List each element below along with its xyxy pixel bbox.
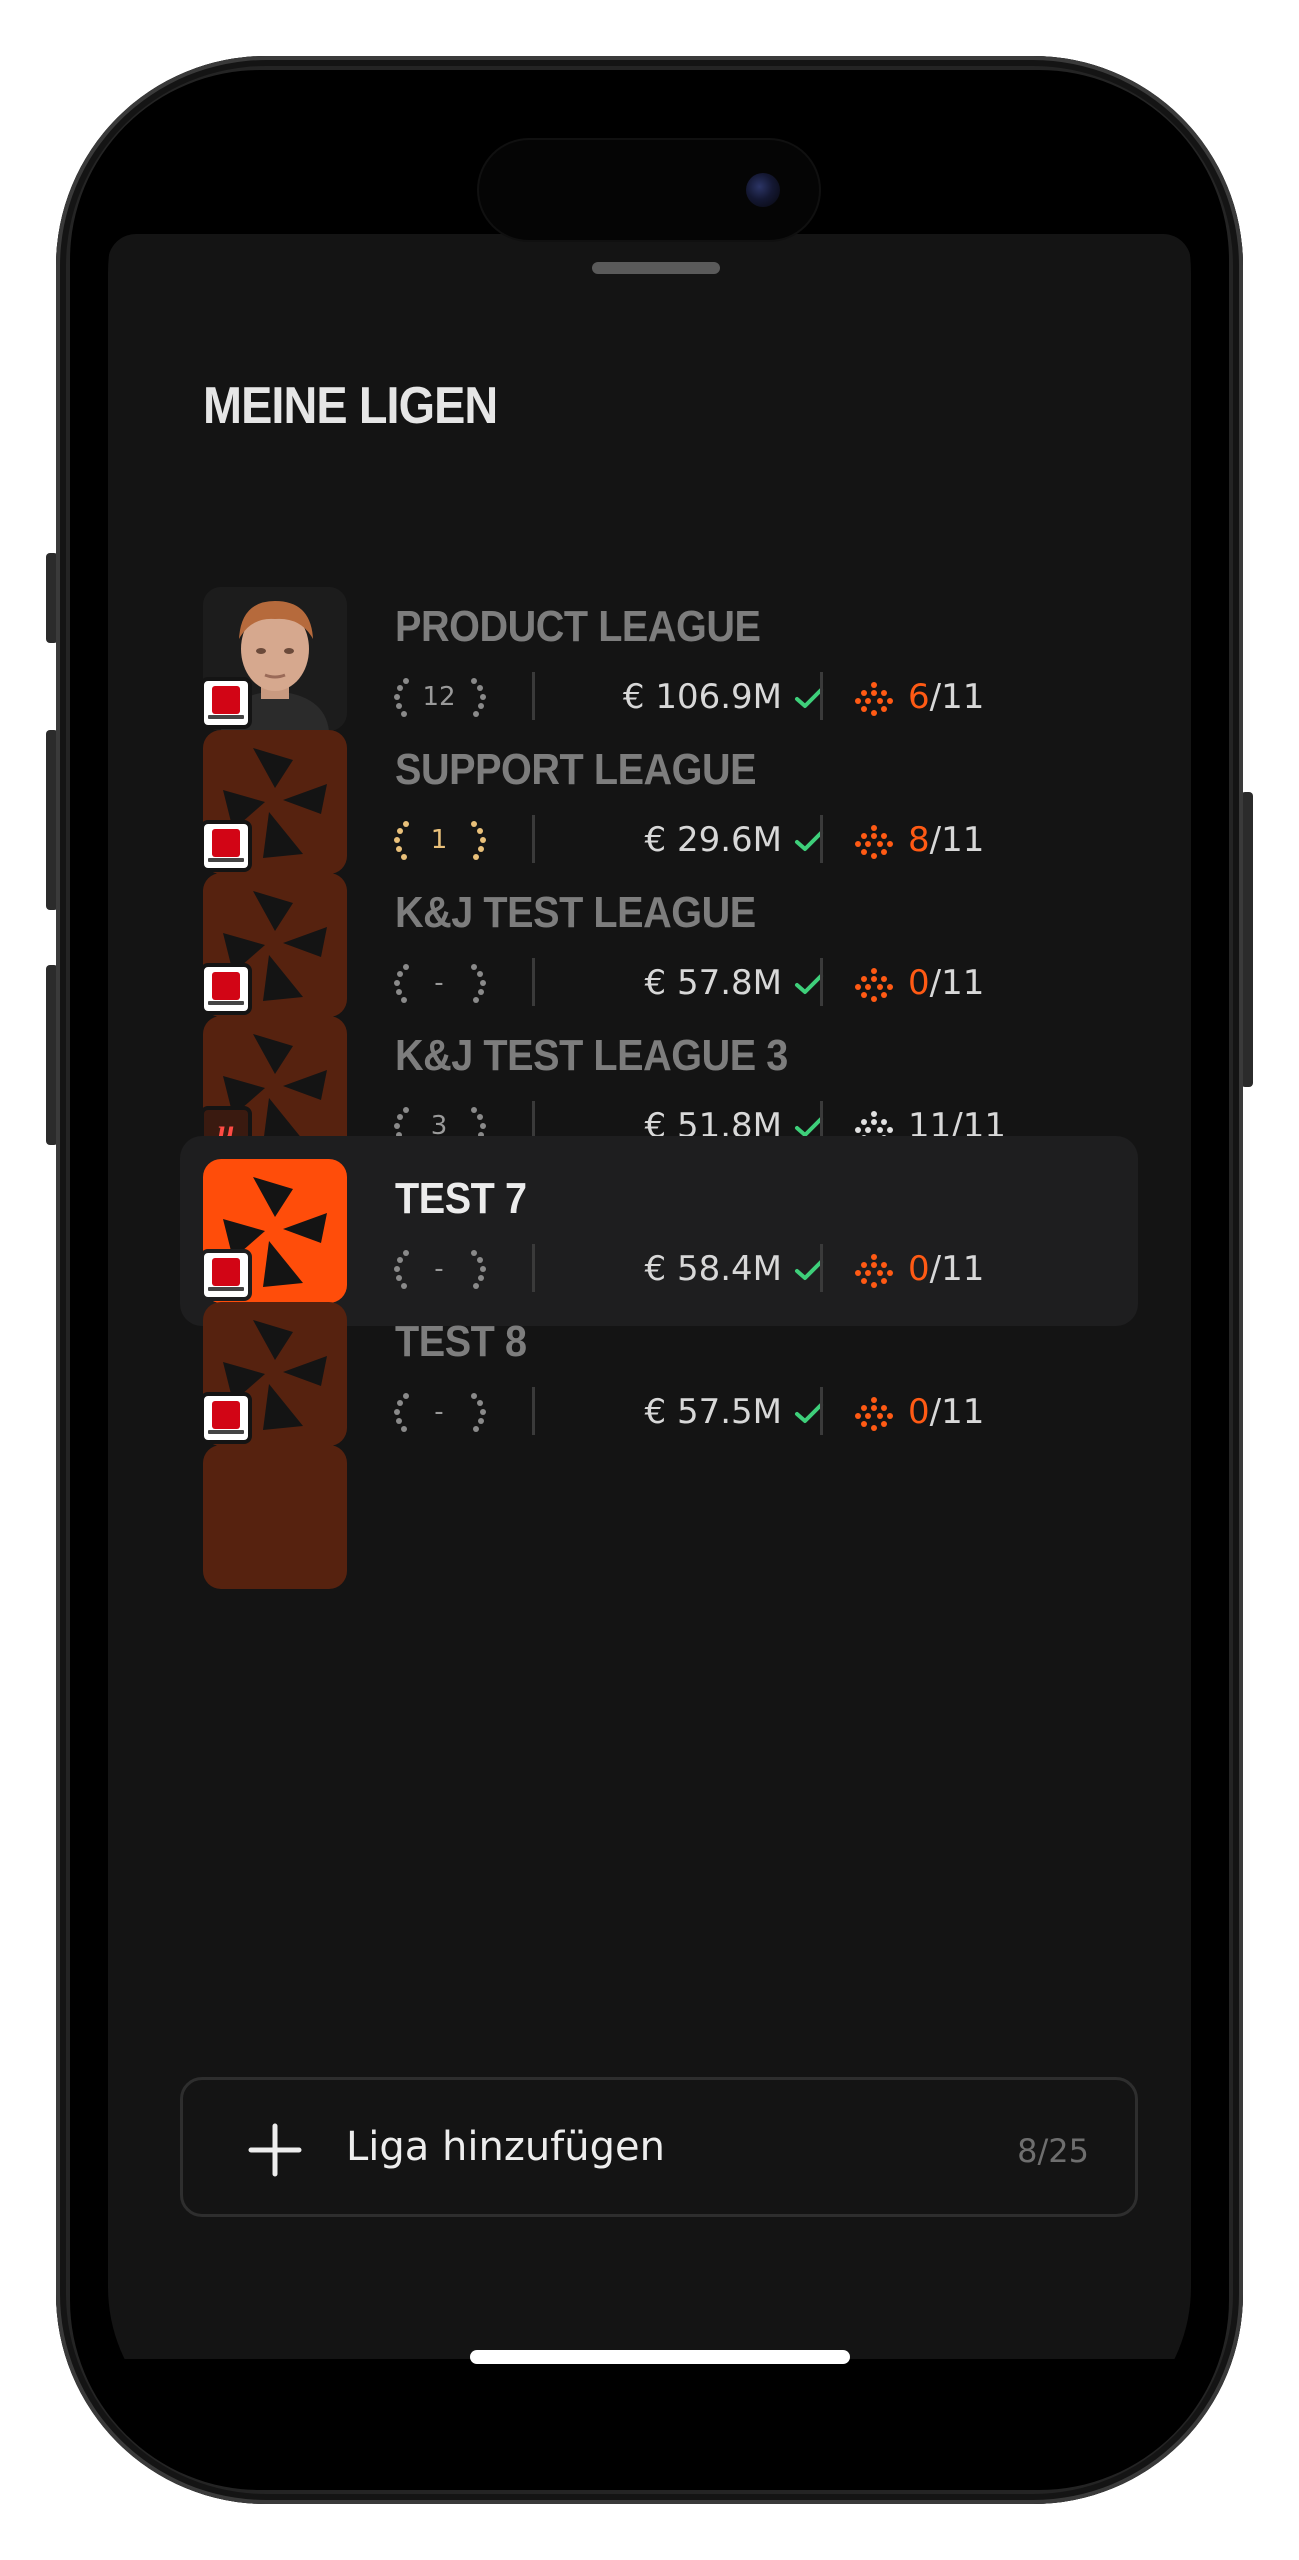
add-league-button[interactable]: Liga hinzufügen 8/25 bbox=[180, 2077, 1138, 2217]
league-row-partial[interactable] bbox=[180, 1422, 1138, 1612]
league-count: 8/25 bbox=[1017, 2132, 1089, 2170]
leagues-sheet: MEINE LIGEN PRODUCT LEAGUE 12 € 106.9M 6… bbox=[108, 234, 1191, 2364]
league-name: SUPPORT LEAGUE bbox=[395, 745, 757, 794]
plus-icon bbox=[248, 2123, 302, 2177]
camera-icon bbox=[746, 173, 780, 207]
add-league-label: Liga hinzufügen bbox=[346, 2124, 665, 2170]
league-name: TEST 7 bbox=[395, 1174, 527, 1223]
home-indicator[interactable] bbox=[470, 2350, 850, 2364]
screen: MEINE LIGEN PRODUCT LEAGUE 12 € 106.9M 6… bbox=[108, 108, 1191, 2452]
league-avatar bbox=[203, 1445, 347, 1589]
league-name: K&J TEST LEAGUE bbox=[395, 888, 756, 937]
league-name: PRODUCT LEAGUE bbox=[395, 602, 761, 651]
league-name: TEST 8 bbox=[395, 1317, 527, 1366]
sheet-grabber[interactable] bbox=[592, 262, 720, 274]
league-list: PRODUCT LEAGUE 12 € 106.9M 6/11 SUPPORT … bbox=[108, 564, 1191, 1984]
page-title: MEINE LIGEN bbox=[203, 377, 498, 435]
league-name: K&J TEST LEAGUE 3 bbox=[395, 1031, 788, 1080]
